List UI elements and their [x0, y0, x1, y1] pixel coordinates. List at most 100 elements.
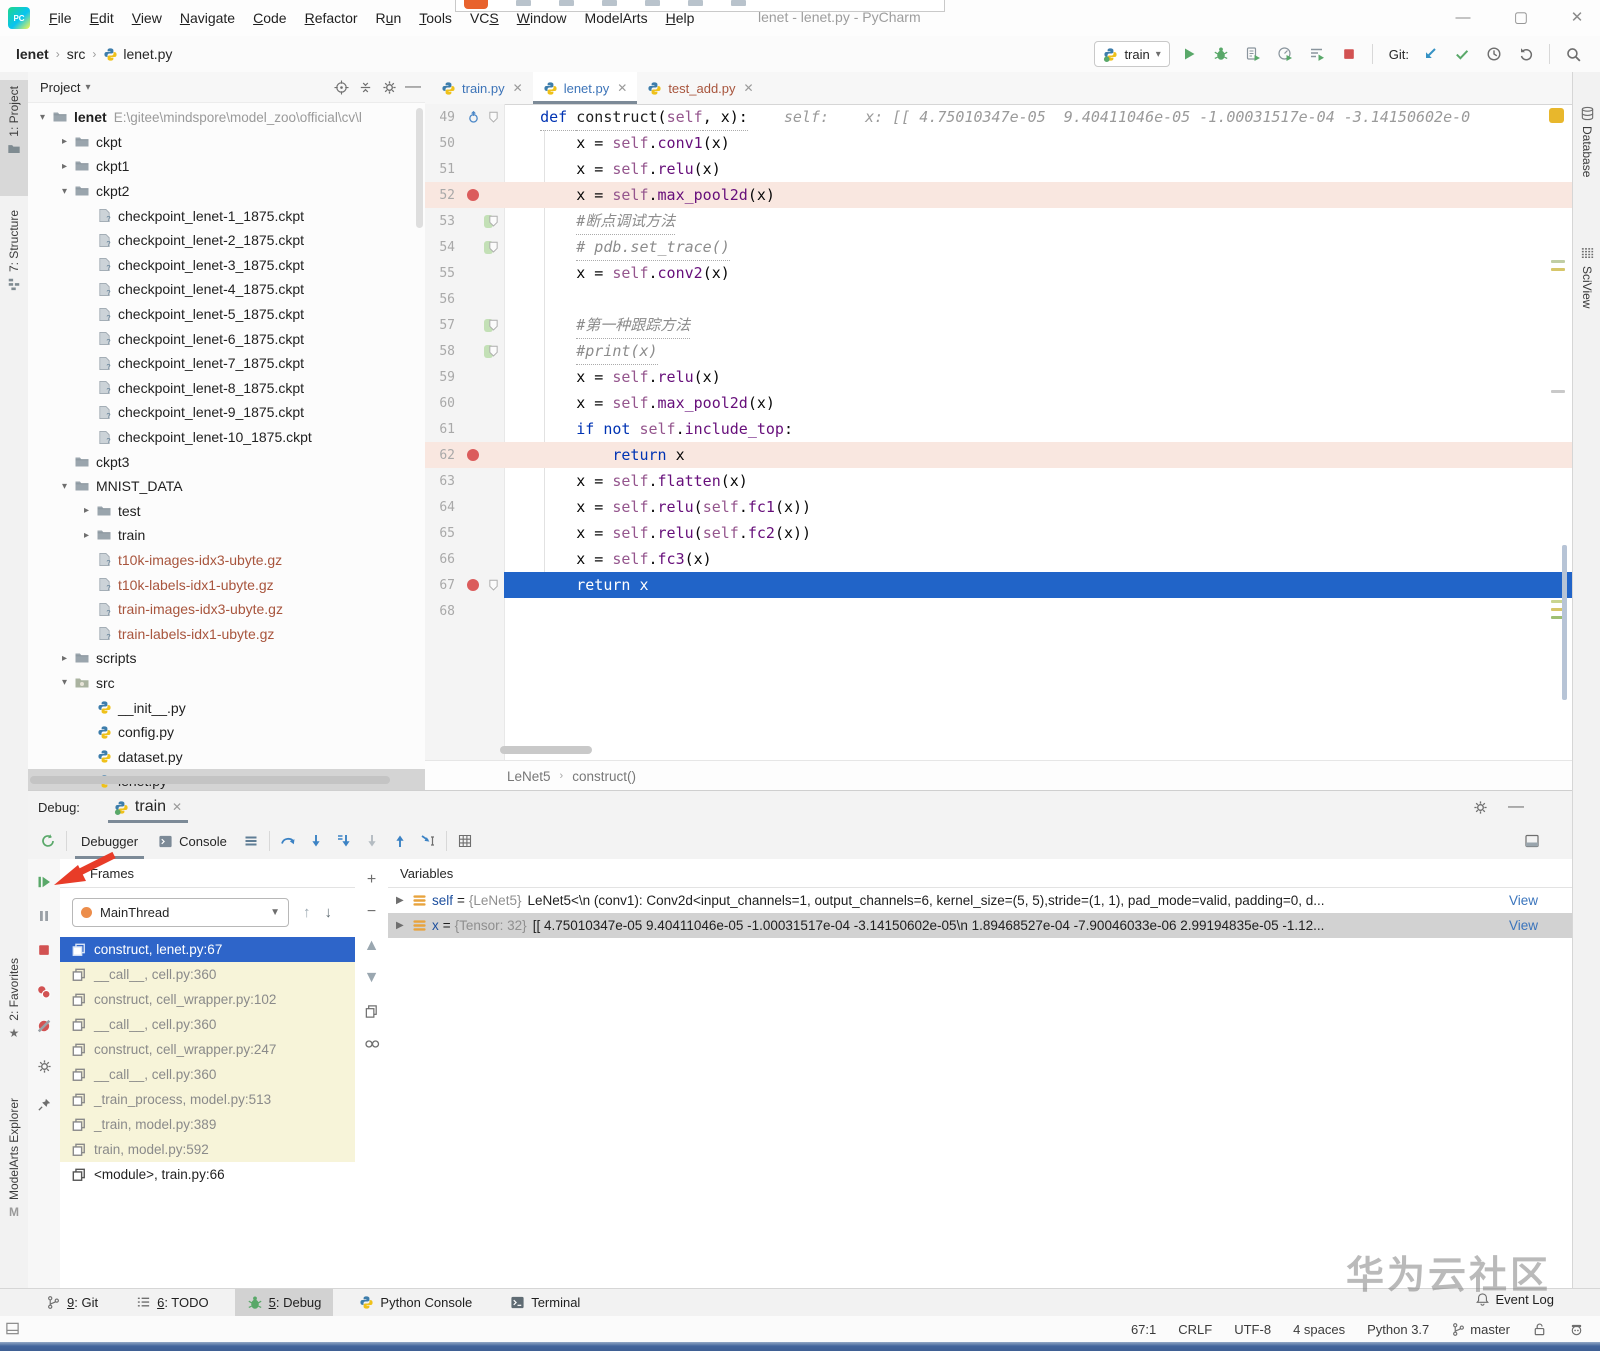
- menu-refactor[interactable]: Refactor: [296, 6, 367, 30]
- line-number[interactable]: 65: [425, 526, 463, 541]
- code-text[interactable]: x = self.conv2(x): [504, 260, 1572, 286]
- breakpoint-icon[interactable]: [467, 449, 479, 461]
- tree-collapse-icon[interactable]: ▸: [78, 505, 95, 516]
- chevron-down-icon[interactable]: ▾: [85, 82, 90, 93]
- tree-item-test[interactable]: ▸test: [28, 499, 425, 524]
- tree-item-ckpt1[interactable]: ▸ckpt1: [28, 154, 425, 179]
- tree-item-checkpoint-lenet-5-1875-ckpt[interactable]: ?checkpoint_lenet-5_1875.ckpt: [28, 302, 425, 327]
- move-up-icon[interactable]: ▲: [359, 933, 384, 958]
- thread-selector[interactable]: MainThread ▼: [72, 898, 289, 927]
- run-configuration-select[interactable]: train ▾: [1094, 41, 1169, 67]
- project-vertical-scrollbar[interactable]: [416, 108, 423, 228]
- code-text[interactable]: x = self.relu(x): [504, 156, 1572, 182]
- force-step-into-button[interactable]: [330, 828, 358, 854]
- toolwindow-button-terminal[interactable]: Terminal: [498, 1289, 592, 1317]
- tree-item-checkpoint-lenet-7-1875-ckpt[interactable]: ?checkpoint_lenet-7_1875.ckpt: [28, 351, 425, 376]
- code-text[interactable]: #第一种跟踪方法: [504, 312, 1572, 338]
- breadcrumb-item[interactable]: lenet: [16, 46, 49, 62]
- breadcrumb-item[interactable]: lenet.py: [123, 46, 172, 62]
- line-number[interactable]: 55: [425, 266, 463, 281]
- code-text[interactable]: return x: [504, 442, 1572, 468]
- code-text[interactable]: x = self.fc3(x): [504, 546, 1572, 572]
- code-text[interactable]: x = self.max_pool2d(x): [504, 182, 1572, 208]
- toolwindow-button--git[interactable]: 9: Git: [34, 1289, 110, 1317]
- minimize-button[interactable]: —: [1446, 4, 1480, 30]
- menu-view[interactable]: View: [123, 6, 171, 30]
- line-number[interactable]: 60: [425, 396, 463, 411]
- breakpoint-gutter[interactable]: [463, 579, 483, 591]
- code-line-52[interactable]: 52 x = self.max_pool2d(x): [425, 182, 1572, 208]
- menu-code[interactable]: Code: [244, 6, 295, 30]
- breadcrumb-item[interactable]: src: [67, 46, 86, 62]
- layout-menu-icon[interactable]: [237, 828, 265, 854]
- sidebar-item-database[interactable]: Database: [1573, 100, 1600, 222]
- copy-stack-icon[interactable]: [359, 999, 384, 1024]
- fold-marker-icon[interactable]: [487, 319, 500, 332]
- code-text[interactable]: # pdb.set_trace(): [504, 234, 1572, 260]
- sidebar-item-modelarts-explorer[interactable]: ModelArts Explorer M: [0, 1092, 28, 1289]
- line-number[interactable]: 68: [425, 604, 463, 619]
- select-opened-file-button[interactable]: [329, 76, 353, 98]
- code-line-60[interactable]: 60 x = self.max_pool2d(x): [425, 390, 1572, 416]
- code-line-61[interactable]: 61 if not self.include_top:: [425, 416, 1572, 442]
- tree-expanded-icon[interactable]: ▾: [56, 481, 73, 492]
- tree-item-mnist-data[interactable]: ▾MNIST_DATA: [28, 474, 425, 499]
- line-number[interactable]: 57: [425, 318, 463, 333]
- debug-button[interactable]: [1208, 42, 1234, 66]
- stack-frame[interactable]: train, model.py:592: [60, 1137, 355, 1162]
- editor-tab-train-py[interactable]: train.py✕: [431, 72, 533, 104]
- stack-frame[interactable]: _train, model.py:389: [60, 1112, 355, 1137]
- tree-item-train[interactable]: ▸train: [28, 523, 425, 548]
- variable-row-x[interactable]: ▶x={Tensor: 32}[[ 4.75010347e-05 9.40411…: [388, 913, 1572, 938]
- step-out-button[interactable]: [386, 828, 414, 854]
- run-with-coverage-button[interactable]: [1240, 42, 1266, 66]
- expand-icon[interactable]: ▶: [396, 895, 410, 906]
- code-text[interactable]: def construct(self, x):self: x: [[ 4.750…: [504, 104, 1572, 130]
- tree-item-src[interactable]: ▾src: [28, 671, 425, 696]
- code-text[interactable]: x = self.flatten(x): [504, 468, 1572, 494]
- caret-position[interactable]: 67:1: [1131, 1322, 1156, 1337]
- tree-item-ckpt3[interactable]: ckpt3: [28, 449, 425, 474]
- editor-horizontal-scrollbar[interactable]: [500, 746, 592, 754]
- stack-frame[interactable]: __call__, cell.py:360: [60, 1012, 355, 1037]
- pin-tab-button[interactable]: [31, 1091, 57, 1117]
- stack-frame[interactable]: __call__, cell.py:360: [60, 1062, 355, 1087]
- close-button[interactable]: ✕: [1560, 4, 1594, 30]
- menu-file[interactable]: File: [40, 6, 81, 30]
- fold-marker-icon[interactable]: [487, 579, 500, 592]
- code-line-54[interactable]: 54 # pdb.set_trace(): [425, 234, 1572, 260]
- sidebar-item-structure[interactable]: 7: Structure: [0, 204, 28, 328]
- sidebar-item-favorites[interactable]: 2: Favorites ★: [0, 952, 28, 1084]
- line-number[interactable]: 59: [425, 370, 463, 385]
- tree-item-scripts[interactable]: ▸scripts: [28, 646, 425, 671]
- tree-collapse-icon[interactable]: ▸: [56, 161, 73, 172]
- tree-item-ckpt[interactable]: ▸ckpt: [28, 130, 425, 155]
- breadcrumb-class[interactable]: LeNet5: [507, 769, 551, 784]
- mute-breakpoints-button[interactable]: [31, 1013, 57, 1039]
- expand-icon[interactable]: ▶: [396, 920, 410, 931]
- inline-watch-icon[interactable]: [1549, 108, 1564, 123]
- code-line-63[interactable]: 63 x = self.flatten(x): [425, 468, 1572, 494]
- debugger-settings-button[interactable]: [31, 1053, 57, 1079]
- stop-debug-button[interactable]: [31, 937, 57, 963]
- code-line-58[interactable]: 58 #print(x): [425, 338, 1572, 364]
- tree-item-t10k-labels-idx1-ubyte-gz[interactable]: ?t10k-labels-idx1-ubyte.gz: [28, 572, 425, 597]
- indent-setting[interactable]: 4 spaces: [1293, 1322, 1345, 1337]
- code-text[interactable]: [504, 286, 1572, 312]
- code-line-50[interactable]: 50 x = self.conv1(x): [425, 130, 1572, 156]
- show-values-inline-icon[interactable]: [359, 1031, 384, 1056]
- close-icon[interactable]: ✕: [172, 800, 182, 814]
- view-link[interactable]: View: [1503, 918, 1538, 933]
- remove-watch-button[interactable]: −: [359, 899, 384, 924]
- collapse-all-button[interactable]: [353, 76, 377, 98]
- tree-collapse-icon[interactable]: ▸: [56, 653, 73, 664]
- code-text[interactable]: if not self.include_top:: [504, 416, 1572, 442]
- breadcrumb-method[interactable]: construct(): [572, 769, 636, 784]
- code-text[interactable]: x = self.relu(self.fc2(x)): [504, 520, 1572, 546]
- code-text[interactable]: x = self.max_pool2d(x): [504, 390, 1572, 416]
- tree-item-checkpoint-lenet-4-1875-ckpt[interactable]: ?checkpoint_lenet-4_1875.ckpt: [28, 277, 425, 302]
- code-text[interactable]: [504, 598, 1572, 624]
- toolwindow-button--debug[interactable]: 5: Debug: [235, 1289, 334, 1317]
- tree-collapse-icon[interactable]: ▸: [56, 136, 73, 147]
- line-separator[interactable]: CRLF: [1178, 1322, 1212, 1337]
